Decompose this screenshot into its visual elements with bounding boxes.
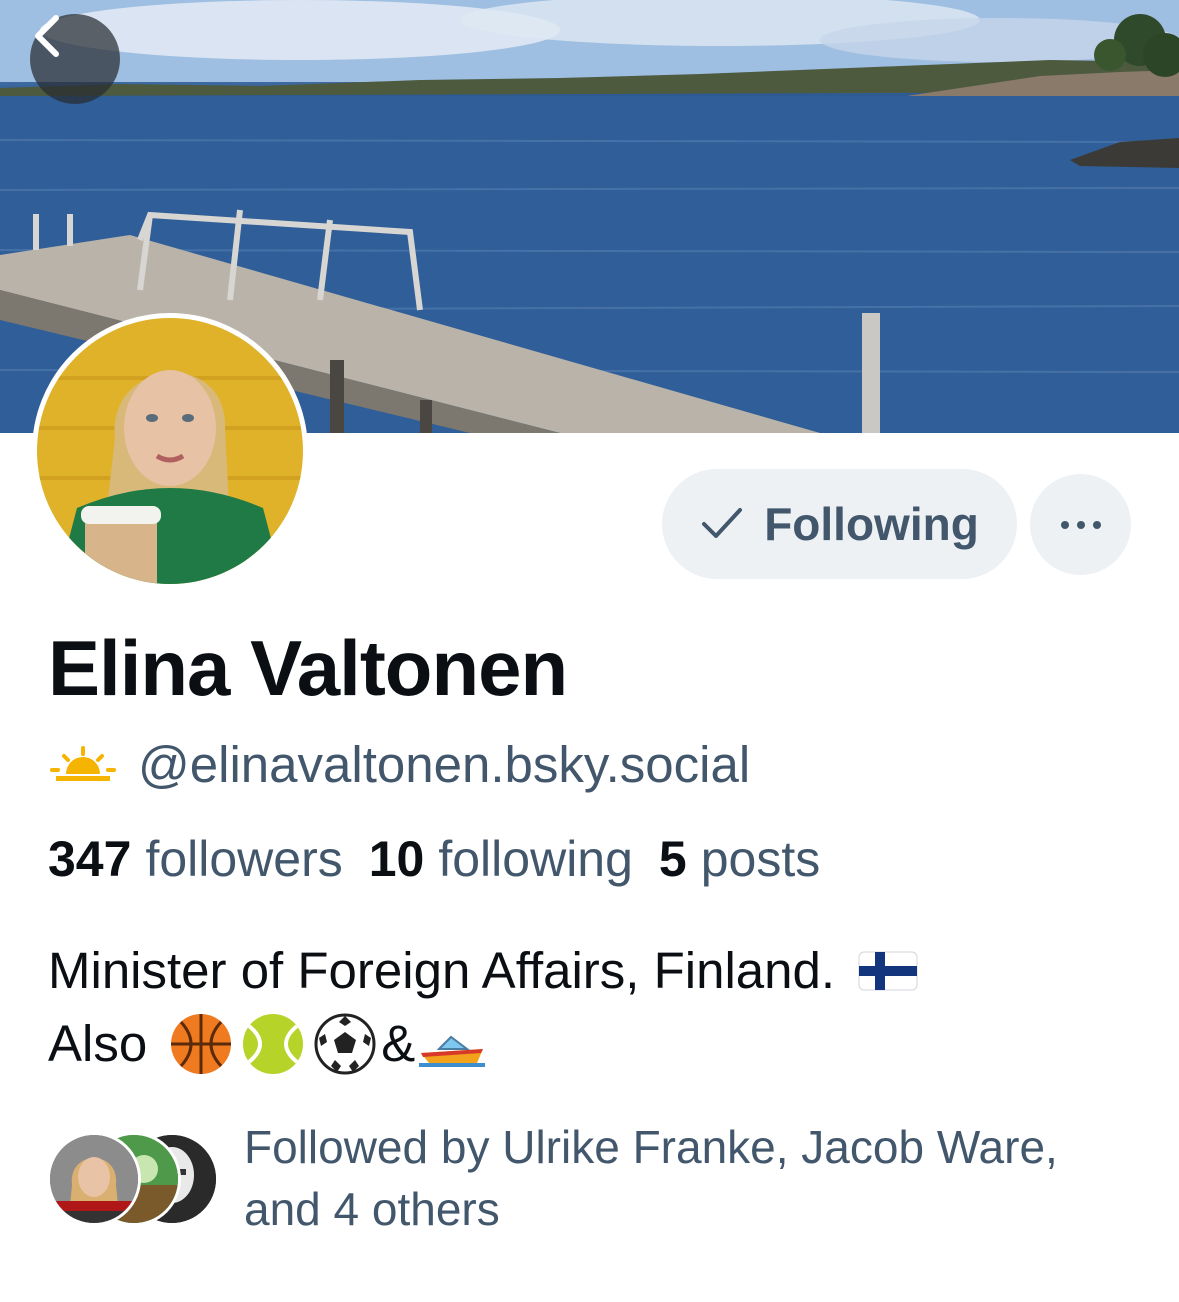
sun-horizon-icon: [50, 746, 116, 781]
follower-avatar-1-image: [50, 1135, 138, 1223]
back-button[interactable]: [30, 14, 120, 104]
tennis-ball-icon: [243, 1013, 304, 1074]
chevron-left-icon: [35, 15, 59, 57]
followers-stat[interactable]: 347 followers: [48, 828, 343, 890]
profile-handle: @elinavaltonen.bsky.social: [138, 735, 751, 793]
avatar-image: [37, 318, 303, 584]
posts-stat: 5 posts: [659, 828, 820, 890]
bio-ampersand: &: [381, 1015, 416, 1072]
posts-count: 5: [658, 831, 687, 887]
followed-by-avatars[interactable]: [47, 1132, 219, 1226]
followed-by-text[interactable]: Followed by Ulrike Franke, Jacob Ware, a…: [244, 1116, 1104, 1240]
soccer-ball-icon: [314, 1013, 376, 1074]
profile-bio: Minister of Foreign Affairs, Finland. Al…: [48, 934, 1148, 1080]
followers-label: followers: [145, 831, 343, 887]
ellipsis-icon: [1060, 520, 1101, 529]
basketball-icon: [171, 1013, 232, 1074]
display-name: Elina Valtonen: [48, 624, 568, 712]
checkmark-icon: [702, 508, 743, 538]
profile-stats: 347 followers 10 following 5 posts: [48, 828, 846, 890]
following-label: following: [438, 831, 633, 887]
following-button[interactable]: Following: [662, 469, 1017, 579]
posts-label: posts: [700, 831, 821, 887]
following-stat[interactable]: 10 following: [369, 828, 633, 890]
profile-avatar[interactable]: [32, 313, 308, 589]
bio-line-1: Minister of Foreign Affairs, Finland.: [48, 934, 1148, 1007]
more-options-button[interactable]: [1030, 474, 1131, 575]
bio-line-2: Also &: [48, 1007, 1148, 1080]
follower-avatar-1: [47, 1132, 141, 1226]
following-count: 10: [368, 831, 425, 887]
followers-count: 347: [48, 831, 132, 887]
bio-text-1: Minister of Foreign Affairs, Finland.: [48, 942, 836, 999]
handle-row: @elinavaltonen.bsky.social: [48, 732, 750, 796]
finland-flag-icon: [858, 951, 918, 990]
bio-text-2: Also: [48, 1015, 148, 1072]
speedboat-icon: [419, 1035, 486, 1067]
following-button-label: Following: [764, 498, 979, 550]
